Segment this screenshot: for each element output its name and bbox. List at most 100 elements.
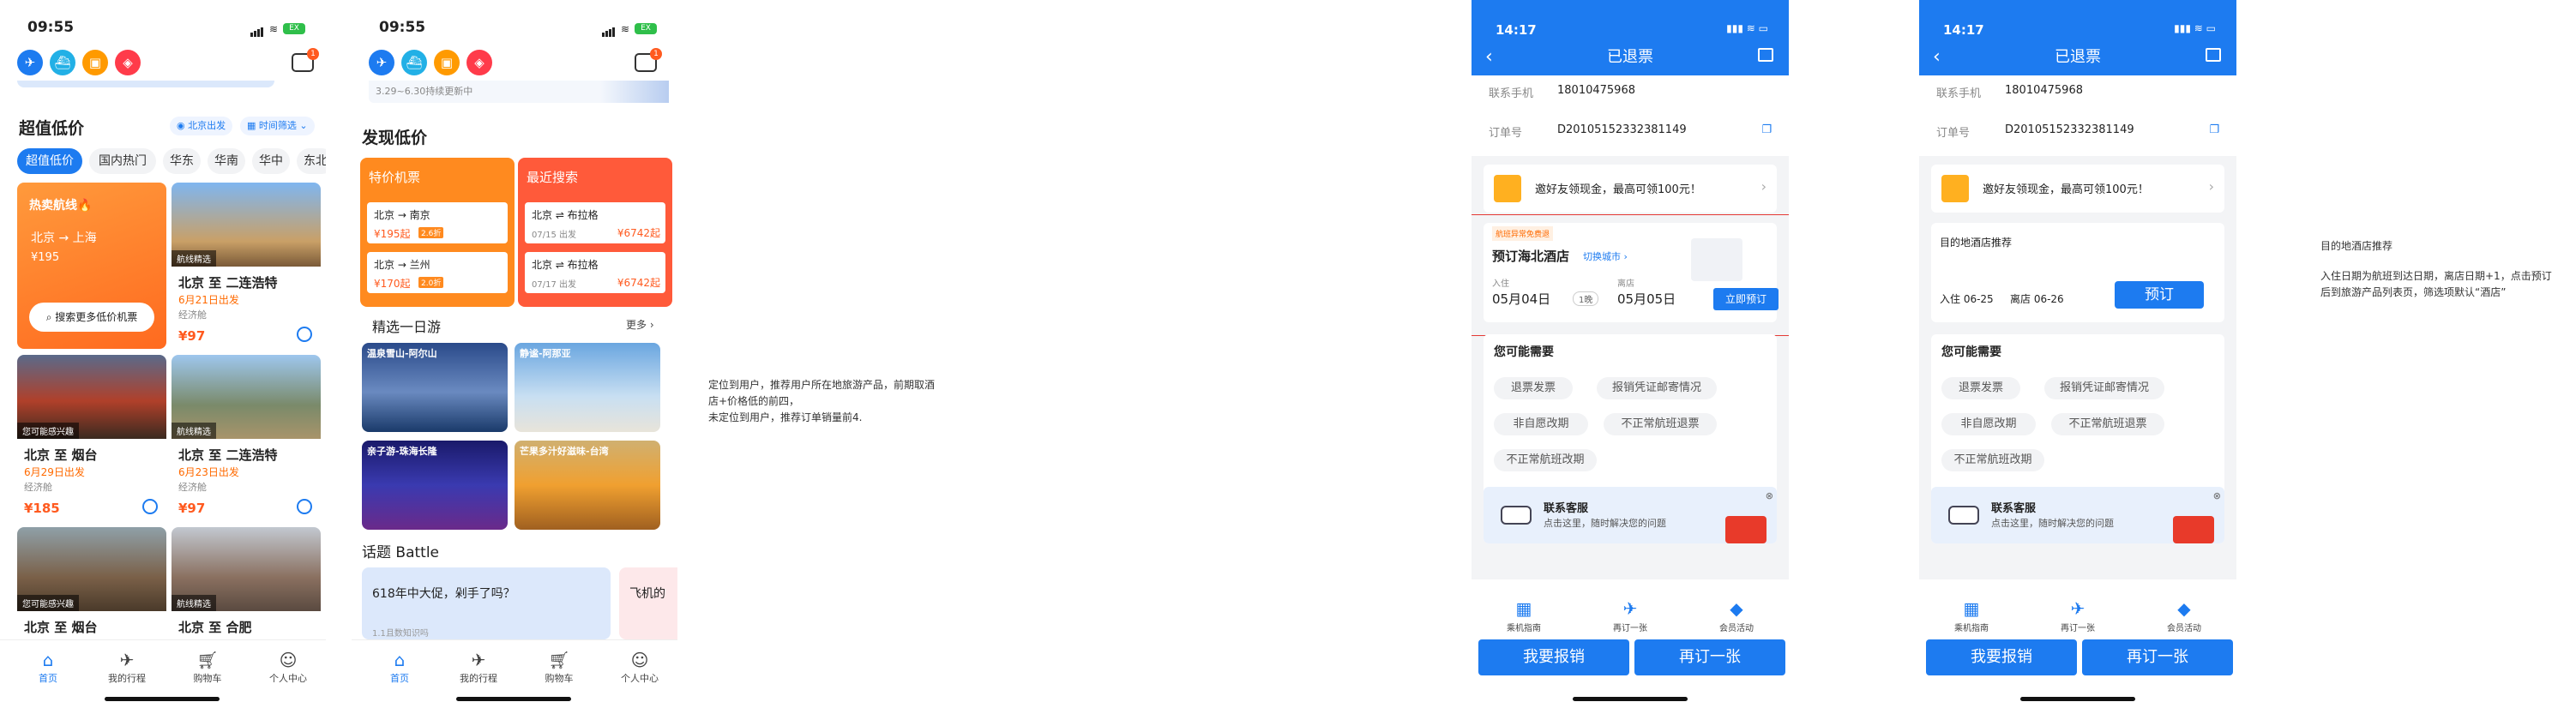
ship-category-icon[interactable]: ⛴: [50, 50, 75, 75]
ticket-involuntary-change[interactable]: 非自愿改期: [1941, 413, 2036, 435]
member-activity[interactable]: ◆ 会员活动: [2146, 598, 2223, 633]
route-card-tag: 您可能感兴趣: [17, 423, 79, 439]
home-indicator: [105, 697, 220, 701]
rebook-button[interactable]: 再订一张: [2082, 639, 2233, 675]
ticket-abnormal-refund[interactable]: 不正常航班退票: [1604, 413, 1717, 435]
daytrip-more-link[interactable]: 更多 ›: [626, 317, 654, 332]
ticket-involuntary-change[interactable]: 非自愿改期: [1494, 413, 1588, 435]
search-icon[interactable]: [297, 327, 312, 342]
tab-profile[interactable]: ☺ 个人中心: [605, 649, 674, 685]
message-icon[interactable]: 1: [292, 48, 319, 72]
time-filter-pill[interactable]: ▦ 时间筛选 ⌄: [240, 117, 315, 135]
phone-value: 18010475968: [2005, 84, 2083, 97]
route-card[interactable]: 您可能感兴趣 北京 至 烟台: [17, 527, 166, 639]
tab-cart[interactable]: 🛒︎ 购物车: [173, 649, 242, 685]
ticket-abnormal-refund[interactable]: 不正常航班退票: [2051, 413, 2164, 435]
hot-route-card[interactable]: 热卖航线🔥 北京 → 上海 ¥195 ⌕ 搜索更多低价机票: [17, 183, 166, 349]
tab-home[interactable]: ⌂ 首页: [365, 649, 434, 685]
ticket-abnormal-change[interactable]: 不正常航班改期: [1941, 449, 2044, 471]
promo-banner[interactable]: 3.29~6.30持续更新中: [369, 81, 669, 103]
chip-northeast[interactable]: 东北: [297, 148, 326, 174]
recent-row[interactable]: 北京 ⇌ 布拉格 07/17 出发 ¥6742起: [525, 252, 665, 293]
tab-home-label: 首页: [390, 673, 409, 684]
share-icon[interactable]: [1758, 48, 1773, 62]
chip-south[interactable]: 华南: [208, 148, 245, 174]
route-card[interactable]: 航线精选 北京 至 二连浩特 6月21日出发 经济舱 ¥97: [172, 183, 321, 351]
location-pill[interactable]: ◉ 北京出发: [170, 117, 233, 135]
tab-cart[interactable]: 🛒︎ 购物车: [525, 649, 593, 685]
recent-price: ¥6742起: [617, 277, 660, 289]
share-icon[interactable]: [2206, 48, 2221, 62]
copy-icon[interactable]: ❐: [1761, 123, 1772, 136]
flight-category-icon[interactable]: ✈: [17, 50, 43, 75]
chip-central[interactable]: 华中: [252, 148, 290, 174]
route-card[interactable]: 您可能感兴趣 北京 至 烟台 6月29日出发 经济舱 ¥185: [17, 355, 166, 523]
more-flights-button[interactable]: ⌕ 搜索更多低价机票: [29, 303, 154, 332]
route-card-class: 经济舱: [178, 309, 207, 321]
route-card-date: 6月23日出发: [178, 466, 239, 478]
rebook-button[interactable]: 再订一张: [1634, 639, 1785, 675]
route-card-image: 您可能感兴趣: [17, 355, 166, 439]
recent-date: 07/17 出发: [532, 280, 576, 290]
customer-service-banner[interactable]: 联系客服 点击这里，随时解决您的问题 ⊗: [1484, 487, 1777, 543]
search-icon[interactable]: [142, 499, 158, 514]
customer-service-banner[interactable]: 联系客服 点击这里，随时解决您的问题 ⊗: [1931, 487, 2224, 543]
route-card[interactable]: 航线精选 北京 至 合肥: [172, 527, 321, 639]
daytrip-card[interactable]: 温泉雪山-阿尔山: [362, 343, 508, 432]
ticket-reimburse-mail[interactable]: 报销凭证邮寄情况: [1597, 377, 1717, 399]
flight-category-icon[interactable]: ✈: [369, 50, 394, 75]
route-card[interactable]: 航线精选 北京 至 二连浩特 6月23日出发 经济舱 ¥97: [172, 355, 321, 523]
home-indicator: [456, 697, 571, 701]
hotel-recommend-card[interactable]: 目的地酒店推荐 入住 06-25 离店 06-26 预订: [1931, 223, 2224, 322]
cart-icon: 🛒︎: [548, 650, 570, 670]
recent-row[interactable]: 北京 ⇌ 布拉格 07/15 出发 ¥6742起: [525, 202, 665, 243]
message-icon[interactable]: 1: [635, 48, 662, 72]
deal-row[interactable]: 北京 → 兰州 ¥170起 2.0折: [367, 252, 508, 293]
ticket-invoice[interactable]: 退票发票: [1494, 377, 1573, 399]
daytrip-card[interactable]: 亲子游-珠海长隆: [362, 441, 508, 530]
tab-profile[interactable]: ☺ 个人中心: [254, 649, 322, 685]
daytrip-card[interactable]: 芒果多汁好滋味-台湾: [515, 441, 660, 530]
chip-east[interactable]: 华东: [163, 148, 201, 174]
tab-trips-label: 我的行程: [460, 673, 497, 684]
reimburse-button[interactable]: 我要报销: [1478, 639, 1629, 675]
ship-category-icon[interactable]: ⛴: [401, 50, 427, 75]
search-icon[interactable]: [297, 499, 312, 514]
close-icon[interactable]: ⊗: [2213, 490, 2221, 501]
recent-search-card[interactable]: 最近搜索 北京 ⇌ 布拉格 07/15 出发 ¥6742起 北京 ⇌ 布拉格 0…: [518, 158, 672, 307]
bus-category-icon[interactable]: ▣: [434, 50, 460, 75]
order-value: D20105152332381149: [2005, 123, 2134, 136]
chip-cheap[interactable]: 超值低价: [17, 148, 82, 174]
reimburse-button[interactable]: 我要报销: [1926, 639, 2077, 675]
ticket-abnormal-change[interactable]: 不正常航班改期: [1494, 449, 1597, 471]
bus-category-icon[interactable]: ▣: [82, 50, 108, 75]
book-again-link[interactable]: ✈ 再订一张: [1592, 598, 1669, 633]
battle-card[interactable]: 618年中大促，剁手了吗？ 1.1且数知识吗: [362, 567, 611, 639]
battle-card[interactable]: 飞机的: [619, 567, 677, 639]
deal-row[interactable]: 北京 → 南京 ¥195起 2.6折: [367, 202, 508, 243]
chip-domestic[interactable]: 国内热门: [89, 148, 156, 174]
special-deals-card[interactable]: 特价机票 北京 → 南京 ¥195起 2.6折 北京 → 兰州 ¥170起 2.…: [360, 158, 515, 307]
ticket-invoice[interactable]: 退票发票: [1941, 377, 2020, 399]
ticket-reimburse-mail[interactable]: 报销凭证邮寄情况: [2044, 377, 2164, 399]
tab-home[interactable]: ⌂ 首页: [14, 649, 82, 685]
member-activity[interactable]: ◆ 会员活动: [1698, 598, 1775, 633]
boarding-guide[interactable]: ▦ 乘机指南: [1485, 598, 1562, 633]
book-again-link[interactable]: ✈ 再订一张: [2039, 598, 2116, 633]
home-icon: ⌂: [394, 650, 406, 670]
shop-category-icon[interactable]: ◈: [115, 50, 141, 75]
invite-banner[interactable]: 邀好友领现金，最高可领100元！ ›: [1484, 165, 1777, 213]
book-button[interactable]: 预订: [2115, 281, 2204, 309]
hot-route-name: 北京 → 上海: [31, 231, 97, 245]
shop-category-icon[interactable]: ◈: [466, 50, 492, 75]
close-icon[interactable]: ⊗: [1766, 490, 1773, 501]
route-card-tag: 您可能感兴趣: [17, 595, 79, 611]
tab-trips[interactable]: ✈ 我的行程: [93, 649, 161, 685]
daytrip-card[interactable]: 静谧-阿那亚: [515, 343, 660, 432]
copy-icon[interactable]: ❐: [2209, 123, 2219, 136]
time-filter-label: 时间筛选: [258, 120, 297, 131]
invite-banner[interactable]: 邀好友领现金，最高可领100元！ ›: [1931, 165, 2224, 213]
tab-trips[interactable]: ✈ 我的行程: [444, 649, 513, 685]
special-deals-title: 特价机票: [369, 170, 421, 185]
boarding-guide[interactable]: ▦ 乘机指南: [1933, 598, 2010, 633]
